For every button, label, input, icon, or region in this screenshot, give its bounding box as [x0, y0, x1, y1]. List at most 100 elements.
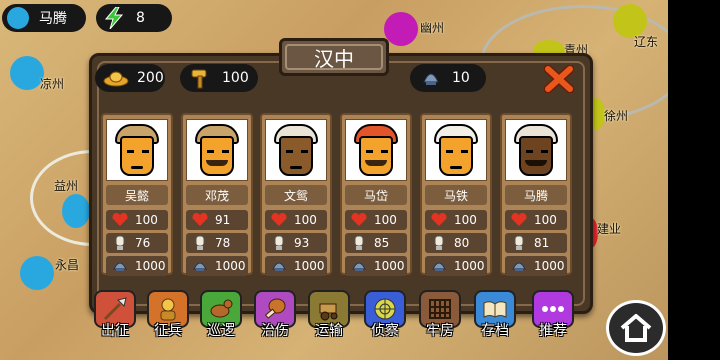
- city-marker-yizhou[interactable]: [62, 194, 90, 228]
- transport-button[interactable]: 运输: [306, 288, 352, 339]
- general-soldiers: 1000: [186, 256, 248, 276]
- fist-icon: [111, 235, 129, 251]
- heart-icon: [350, 212, 368, 228]
- city-title: 汉中: [279, 38, 389, 76]
- heal-label: 治伤: [261, 323, 289, 339]
- energy-value: 8: [136, 10, 145, 26]
- general-card[interactable]: 邓茂 91 78 1000: [181, 113, 253, 276]
- general-hp: 100: [345, 210, 407, 230]
- general-card[interactable]: 马腾 100 81 1000: [500, 113, 572, 276]
- general-attack: 93: [265, 233, 327, 253]
- fist-icon: [270, 235, 288, 251]
- general-portrait: [425, 119, 487, 181]
- map-label-liaodong: 辽东: [634, 35, 659, 49]
- general-attack: 80: [425, 233, 487, 253]
- jail-button[interactable]: 牢房: [417, 288, 463, 339]
- recruit-button[interactable]: 征兵: [145, 288, 191, 339]
- general-soldiers: 1000: [425, 256, 487, 276]
- recommend-label: 推荐: [539, 323, 567, 339]
- soldier-helmet-icon: [270, 258, 288, 274]
- energy-bolt-icon: [104, 7, 124, 29]
- general-attack: 78: [186, 233, 248, 253]
- attack-value: 76: [135, 236, 151, 250]
- general-soldiers: 1000: [106, 256, 168, 276]
- soldiers-value: 1000: [374, 259, 405, 273]
- hammer-counter: 100: [180, 64, 258, 92]
- fist-icon: [350, 235, 368, 251]
- general-portrait: [505, 119, 567, 181]
- city-marker-liangzhou[interactable]: [10, 56, 44, 90]
- energy-counter[interactable]: 8: [96, 4, 172, 32]
- general-soldiers: 1000: [505, 256, 567, 276]
- general-hp: 100: [106, 210, 168, 230]
- city-title-text: 汉中: [314, 46, 354, 71]
- soldier-helmet-icon: [191, 258, 209, 274]
- close-icon: [544, 65, 574, 93]
- hp-value: 100: [454, 213, 477, 227]
- attack-value: 78: [215, 236, 231, 250]
- general-hp: 100: [505, 210, 567, 230]
- hp-value: 91: [215, 213, 231, 227]
- gold-ingot-icon: [103, 68, 129, 88]
- general-attack: 85: [345, 233, 407, 253]
- fist-icon: [510, 235, 528, 251]
- general-attack: 76: [106, 233, 168, 253]
- general-card[interactable]: 马岱 100 85 1000: [340, 113, 412, 276]
- general-card[interactable]: 马铁 100 80 1000: [420, 113, 492, 276]
- close-button[interactable]: [543, 64, 575, 94]
- general-name: 马岱: [345, 185, 407, 205]
- patrol-button[interactable]: 巡逻: [198, 288, 244, 339]
- general-name: 文鸳: [265, 185, 327, 205]
- general-attack: 81: [505, 233, 567, 253]
- player-name: 马腾: [39, 11, 67, 27]
- recruit-label: 征兵: [154, 323, 182, 339]
- general-card[interactable]: 文鸳 100 93 1000: [260, 113, 332, 276]
- general-portrait: [265, 119, 327, 181]
- soldiers-value: 1000: [294, 259, 325, 273]
- hp-value: 100: [374, 213, 397, 227]
- general-name: 邓茂: [186, 185, 248, 205]
- save-label: 存档: [481, 323, 509, 339]
- general-card[interactable]: 吴懿 100 76 1000: [101, 113, 173, 276]
- expedition-button[interactable]: 出征: [92, 288, 138, 339]
- heart-icon: [270, 212, 288, 228]
- soldier-helmet-icon: [418, 68, 444, 88]
- city-marker-youzhou[interactable]: [384, 12, 418, 46]
- attack-value: 80: [454, 236, 470, 250]
- hp-value: 100: [135, 213, 158, 227]
- save-button[interactable]: 存档: [472, 288, 518, 339]
- soldiers-value: 1000: [135, 259, 166, 273]
- home-button[interactable]: [606, 300, 666, 356]
- city-marker-yongchang[interactable]: [20, 256, 54, 290]
- gold-value: 200: [137, 70, 164, 86]
- soldiers-value: 1000: [534, 259, 565, 273]
- heart-icon: [430, 212, 448, 228]
- general-name: 吴懿: [106, 185, 168, 205]
- hp-value: 100: [294, 213, 317, 227]
- transport-label: 运输: [315, 323, 343, 339]
- general-name: 马腾: [505, 185, 567, 205]
- general-soldiers: 1000: [265, 256, 327, 276]
- general-hp: 100: [265, 210, 327, 230]
- general-portrait: [186, 119, 248, 181]
- troops-counter: 10: [410, 64, 486, 92]
- soldiers-value: 1000: [454, 259, 485, 273]
- attack-value: 81: [534, 236, 550, 250]
- fist-icon: [430, 235, 448, 251]
- scout-label: 侦察: [371, 323, 399, 339]
- patrol-label: 巡逻: [207, 323, 235, 339]
- player-badge[interactable]: 马腾: [2, 4, 86, 32]
- general-soldiers: 1000: [345, 256, 407, 276]
- recommend-button[interactable]: 推荐: [530, 288, 576, 339]
- jail-label: 牢房: [426, 323, 454, 339]
- map-label-liangzhou: 凉州: [40, 77, 65, 91]
- attack-value: 93: [294, 236, 310, 250]
- general-portrait: [345, 119, 407, 181]
- player-color-icon: [7, 7, 29, 29]
- scout-button[interactable]: 侦察: [362, 288, 408, 339]
- map-label-jianye: 建业: [597, 222, 622, 236]
- heal-button[interactable]: 治伤: [252, 288, 298, 339]
- screen-edge-bar: [668, 0, 720, 360]
- fist-icon: [191, 235, 209, 251]
- attack-value: 85: [374, 236, 390, 250]
